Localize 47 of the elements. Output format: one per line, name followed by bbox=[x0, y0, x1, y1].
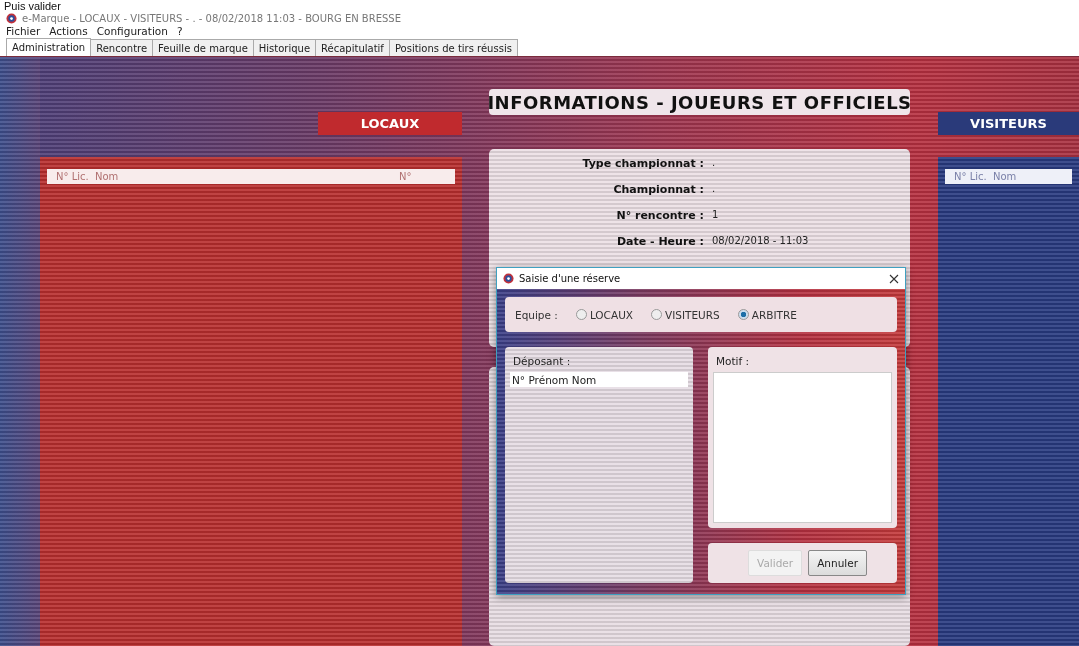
app-logo-icon bbox=[6, 12, 17, 24]
column-header: N° bbox=[399, 171, 413, 182]
field-label: Date - Heure : bbox=[615, 235, 704, 248]
tab[interactable]: Administration bbox=[6, 38, 92, 56]
app-logo-icon bbox=[503, 273, 514, 284]
close-icon[interactable] bbox=[889, 273, 899, 284]
radio-icon[interactable] bbox=[575, 309, 587, 320]
menu-item[interactable]: ? bbox=[176, 25, 183, 37]
radio-label: VISITEURS bbox=[665, 308, 720, 321]
column-header: Nom bbox=[993, 171, 1018, 182]
dialog-button[interactable]: Annuler bbox=[808, 550, 867, 576]
field-value: . bbox=[712, 183, 717, 196]
tab[interactable]: Historique bbox=[252, 39, 317, 56]
radio-label: ARBITRE bbox=[751, 308, 797, 321]
column-header: Nom bbox=[95, 171, 120, 182]
reason-field[interactable] bbox=[713, 372, 892, 523]
column-header: N° Lic. bbox=[56, 171, 90, 182]
menu-item[interactable]: Actions bbox=[49, 25, 88, 37]
field-label: N° rencontre : bbox=[615, 209, 704, 222]
group-label: Equipe : bbox=[515, 308, 558, 321]
menu-item[interactable]: Configuration bbox=[96, 25, 168, 37]
radio-icon[interactable] bbox=[651, 309, 662, 320]
radio-icon[interactable] bbox=[737, 309, 749, 320]
radio-option[interactable]: LOCAUX bbox=[575, 308, 633, 321]
tab[interactable]: Positions de tirs réussis bbox=[388, 39, 518, 56]
field-value: 08/02/2018 - 11:03 bbox=[712, 235, 810, 248]
panel-label: Motif : bbox=[715, 355, 751, 367]
list-header: N° Prénom Nom bbox=[510, 372, 688, 387]
menu-item[interactable]: Fichier bbox=[6, 25, 41, 37]
dialog-title: Saisie d'une réserve bbox=[519, 273, 622, 284]
section-title: INFORMATIONS - JOUEURS ET OFFICIELS bbox=[489, 89, 910, 115]
radio-label: LOCAUX bbox=[589, 308, 633, 321]
panel-label: Déposant : bbox=[512, 355, 572, 367]
radio-option[interactable]: VISITEURS bbox=[651, 308, 720, 321]
tab[interactable]: Récapitulatif bbox=[315, 39, 390, 56]
radio-option[interactable]: ARBITRE bbox=[737, 308, 797, 321]
team-header: VISITEURS bbox=[938, 112, 1079, 135]
field-value: . bbox=[712, 157, 717, 170]
field-value: 1 bbox=[712, 209, 720, 222]
window-title: e-Marque - LOCAUX - VISITEURS - . - 08/02/2018 11:03 - BOURG EN BRESSE bbox=[22, 12, 401, 24]
tab[interactable]: Rencontre bbox=[90, 39, 154, 56]
tab[interactable]: Feuille de marque bbox=[152, 39, 254, 56]
column-header: N° Lic. bbox=[954, 171, 988, 182]
field-label: Championnat : bbox=[612, 183, 704, 196]
field-label: Type championnat : bbox=[581, 157, 704, 170]
team-header: LOCAUX bbox=[318, 112, 462, 135]
caption-text: Puis valider bbox=[3, 0, 62, 12]
